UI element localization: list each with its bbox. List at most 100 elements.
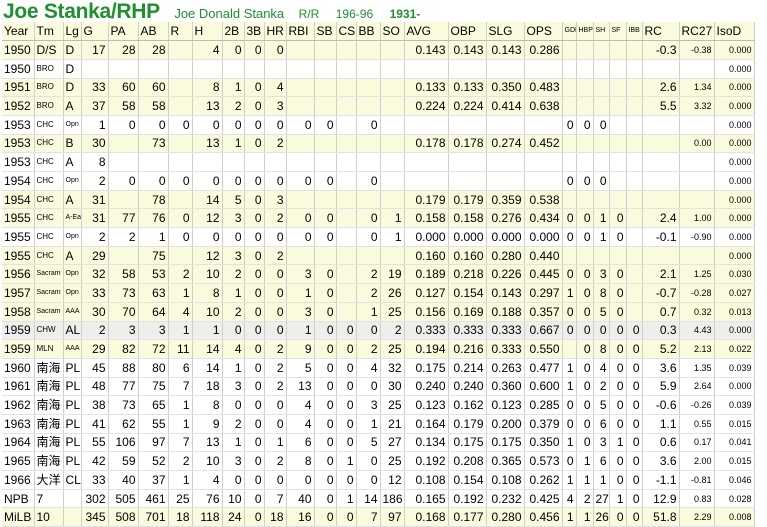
cell-bb (356, 78, 381, 98)
cell-isod: 0.046 (714, 470, 755, 490)
cell-so (380, 96, 405, 116)
cell-hr (264, 59, 287, 79)
cell-hits: 118 (192, 507, 223, 527)
cell-obp: 0.216 (448, 339, 487, 359)
cell-hbp: 0 (576, 171, 594, 191)
cell-isod: 0.000 (714, 171, 755, 191)
cell-ab: 58 (138, 96, 169, 116)
cell-bb: 0 (356, 227, 381, 247)
cell-slg: 0.333 (486, 321, 525, 341)
table-row: 1965 南海 PL 42 59 52 2 10 3 0 2 8 0 1 0 25 0.192 0.208 0.36… (2, 451, 755, 471)
cell-slg (486, 115, 525, 135)
cell-slg: 0.123 (486, 395, 525, 415)
cell-ab: 65 (138, 395, 169, 415)
cell-slg: 0.350 (486, 78, 525, 98)
cell-team: 10 (34, 507, 64, 527)
cell-doubles: 1 (222, 134, 245, 154)
cell-year: NPB (2, 489, 35, 509)
cell-team: CHC (34, 190, 64, 210)
cell-triples: 0 (244, 377, 265, 397)
cell-gdp: 0 (562, 264, 577, 285)
cell-isod: 0.030 (714, 264, 755, 285)
cell-sf: 0 (609, 321, 627, 341)
cell-ibb: 0 (626, 377, 643, 397)
cell-league: PL (63, 414, 82, 434)
cell-runs: 6 (168, 358, 193, 378)
cell-games: 48 (81, 377, 109, 397)
birth-year: 1931- (389, 7, 421, 21)
table-row: 1964 南海 PL 55 106 97 7 13 1 0 1 6 0 0 5 27 0.134 0.175 0.1… (2, 433, 755, 453)
cell-slg: 0.263 (486, 358, 525, 378)
cell-so: 30 (380, 377, 405, 397)
cell-sh: 6 (593, 451, 610, 471)
cell-sh: 4 (593, 358, 610, 378)
cell-league: Opn (63, 264, 82, 285)
player-full-name: Joe Donald Stanka (174, 6, 285, 21)
cell-so: 25 (380, 451, 405, 471)
cell-sb: 0 (314, 339, 337, 359)
cell-sf: 0 (609, 302, 627, 322)
cell-team: 南海 (34, 414, 64, 434)
cell-pa: 28 (108, 40, 139, 60)
cell-triples: 0 (244, 358, 265, 378)
cell-obp: 0.162 (448, 395, 487, 415)
cell-triples (244, 152, 265, 172)
cell-ab: 461 (138, 489, 169, 509)
cell-hr: 1 (264, 433, 287, 453)
cell-sb: 0 (314, 171, 337, 191)
cell-triples: 0 (244, 339, 265, 359)
cell-ibb (626, 115, 643, 135)
cell-gdp (562, 246, 577, 266)
cell-rbi: 1 (286, 321, 315, 341)
cell-rc (642, 190, 680, 210)
table-row: 1956 Sacram Opn 32 58 53 2 10 2 0 0 3 0 2 19 0.189 0.218… (2, 264, 755, 285)
cell-obp: 0.143 (448, 40, 487, 60)
cell-rc27: 4.43 (679, 321, 715, 341)
cell-rbi: 6 (286, 433, 315, 453)
cell-hits: 14 (192, 339, 223, 359)
column-header-sb: SB (314, 22, 337, 42)
cell-doubles: 2 (222, 264, 245, 285)
cell-sf: 1 (609, 489, 627, 509)
cell-sh (593, 246, 610, 266)
column-header-cs: CS (336, 22, 357, 42)
cell-team: BRO (34, 96, 64, 116)
cell-slg: 0.175 (486, 433, 525, 453)
cell-cs (336, 208, 357, 229)
cell-bb (356, 152, 381, 172)
cell-sb (314, 190, 337, 210)
cell-isod: 0.015 (714, 414, 755, 434)
cell-sf (609, 171, 627, 191)
cell-league: PL (63, 451, 82, 471)
cell-gdp: 0 (562, 414, 577, 434)
cell-sb: 0 (314, 115, 337, 135)
cell-triples: 0 (244, 134, 265, 154)
cell-so: 1 (380, 208, 405, 229)
cell-runs: 0 (168, 208, 193, 229)
cell-rc27: 3.32 (679, 96, 715, 116)
cell-rbi: 8 (286, 451, 315, 471)
cell-obp: 0.218 (448, 264, 487, 285)
cell-bb (356, 96, 381, 116)
cell-team: CHC (34, 134, 64, 154)
cell-slg: 0.188 (486, 302, 525, 322)
cell-year: 1959 (2, 339, 35, 359)
cell-doubles: 0 (222, 40, 245, 60)
cell-sb: 0 (314, 451, 337, 471)
cell-bb (356, 40, 381, 60)
cell-so: 2 (380, 321, 405, 341)
cell-rc27: 1.00 (679, 208, 715, 229)
column-header-slg: SLG (486, 22, 525, 42)
cell-league: AL (63, 321, 82, 341)
cell-doubles (222, 152, 245, 172)
cell-runs (168, 152, 193, 172)
cell-hr: 0 (264, 470, 287, 490)
cell-sh (593, 134, 610, 154)
cell-runs: 0 (168, 115, 193, 135)
column-header-ab: AB (138, 22, 169, 42)
cell-league: D (63, 78, 82, 98)
cell-gdp: 0 (562, 302, 577, 322)
cell-avg: 0.175 (404, 358, 449, 378)
cell-ops: 0.477 (524, 358, 563, 378)
cell-hits: 8 (192, 78, 223, 98)
